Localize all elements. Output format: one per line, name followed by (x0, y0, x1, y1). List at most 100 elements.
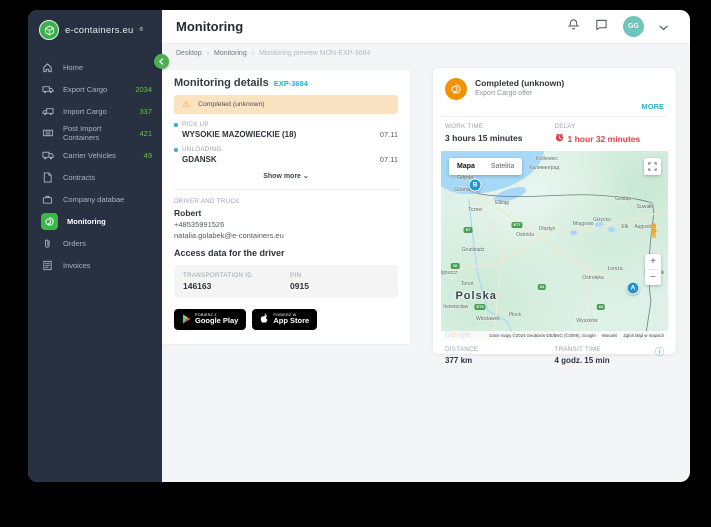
sidebar-item-monitoring[interactable]: Monitoring (28, 210, 162, 232)
more-link[interactable]: MORE (441, 102, 668, 111)
home-icon (41, 61, 54, 74)
warning-icon: ⚠ (182, 100, 190, 109)
map-type-control: Mapa Satelita (449, 158, 522, 175)
briefcase-icon (41, 193, 54, 206)
unloading-location: GDANSK (182, 155, 217, 164)
status-alert-text: Completed (unknown) (198, 101, 265, 108)
notifications-bell-icon[interactable] (567, 18, 580, 36)
map-type-map-button[interactable]: Mapa (449, 163, 483, 170)
zoom-out-button[interactable]: − (645, 270, 661, 285)
access-data-title: Access data for the driver (174, 248, 398, 258)
delay-clock-icon (555, 133, 564, 144)
sidebar-item-home[interactable]: Home (28, 56, 162, 78)
route-summary-footer: DISTANCE 377 km TRANSIT TIME 4 godz. 15 … (441, 340, 668, 365)
pickup-location: WYSOKIE MAZOWIECKIE (18) (182, 130, 296, 139)
access-data-box: TRANSPORTATION ID 146163 PIN 0915 (174, 265, 398, 298)
sidebar-item-invoices[interactable]: Invoices (28, 254, 162, 276)
transportation-id-value: 146163 (183, 281, 252, 291)
distance-label: DISTANCE (445, 346, 555, 353)
pickup-label: PICK UP (182, 121, 209, 128)
status-alert-banner: ⚠ Completed (unknown) (174, 95, 398, 114)
main-area: Monitoring GG Desktop › Moni (162, 10, 690, 482)
import-cargo-count: 337 (139, 107, 152, 116)
export-cargo-count: 2034 (135, 85, 152, 94)
truck-icon (41, 149, 54, 162)
breadcrumb-item-monitoring[interactable]: Monitoring (214, 50, 247, 57)
driver-name: Robert (174, 208, 398, 218)
breadcrumb-separator: › (207, 50, 209, 57)
page-title: Monitoring (176, 19, 243, 34)
show-more-button[interactable]: Show more ⌄ (174, 172, 398, 180)
breadcrumb: Desktop › Monitoring › Monitoring previe… (162, 44, 690, 62)
sidebar-item-orders[interactable]: Orders (28, 232, 162, 254)
breadcrumb-separator: › (252, 50, 254, 57)
invoice-icon (41, 259, 54, 272)
app-logo[interactable]: e-containers.eu ® (28, 10, 162, 50)
pickup-dot-icon (174, 123, 178, 127)
breadcrumb-item-current: Monitoring preview MON-EXP-3684 (259, 50, 370, 57)
messages-chat-icon[interactable] (595, 18, 608, 36)
map-data-credit: Dane mapy ©2024 GeoBasis-DE/BKG (©2009),… (489, 333, 595, 338)
map-type-satellite-button[interactable]: Satelita (483, 163, 522, 170)
google-play-badge[interactable]: POBIERZ Z Google Play (174, 309, 246, 330)
map-marker-a[interactable]: A (627, 282, 640, 295)
user-avatar[interactable]: GG (623, 16, 644, 37)
map-marker-b[interactable]: B (469, 179, 482, 192)
content-area: Monitoring details EXP-3684 ⚠ Completed … (162, 62, 690, 482)
details-title: Monitoring details (174, 77, 269, 89)
sidebar: e-containers.eu ® Home Export Cargo 2034… (28, 10, 162, 482)
logo-text: e-containers.eu (65, 25, 133, 36)
map-report-link[interactable]: Zgłoś błąd w mapach (623, 333, 664, 338)
unloading-date: 07.11 (380, 155, 398, 164)
sidebar-item-label: Import Cargo (63, 107, 107, 116)
summary-offer-type: Export Cargo offer (475, 90, 564, 97)
monitoring-icon (41, 213, 58, 230)
unloading-label: UNLOADING (182, 146, 222, 153)
transit-time-value: 4 godz. 15 min (555, 356, 665, 365)
monitoring-status-icon (445, 78, 467, 100)
google-play-badge-bottom: Google Play (195, 317, 238, 325)
sidebar-item-export-cargo[interactable]: Export Cargo 2034 (28, 78, 162, 100)
sidebar-item-contracts[interactable]: Contracts (28, 166, 162, 188)
pickup-date: 07.11 (380, 130, 398, 139)
logo-container-icon (39, 20, 59, 40)
sidebar-nav: Home Export Cargo 2034 Import Cargo 337 … (28, 56, 162, 276)
post-import-count: 421 (139, 129, 152, 138)
sidebar-item-label: Company databae (63, 195, 124, 204)
sidebar-collapse-button[interactable] (154, 54, 169, 69)
work-time-label: WORK TIME (445, 123, 555, 130)
container-icon (41, 127, 54, 140)
sidebar-item-post-import-containers[interactable]: Post Import Containers 421 (28, 122, 162, 144)
delay-value: 1 hour 32 minutes (568, 134, 641, 144)
sidebar-item-label: Monitoring (67, 217, 106, 226)
map-terms-link[interactable]: Warunki (602, 333, 618, 338)
apple-icon (260, 311, 269, 329)
divider (441, 116, 668, 117)
map-attribution: Dane mapy ©2024 GeoBasis-DE/BKG (©2009),… (441, 331, 668, 340)
pickup-stop: PICK UP WYSOKIE MAZOWIECKIE (18) 07.11 (174, 121, 398, 139)
sidebar-item-company-database[interactable]: Company databae (28, 188, 162, 210)
route-map[interactable]: GdyniaGdańskKrólewiecКалининградElblągTc… (441, 151, 668, 340)
user-menu-chevron-down-icon[interactable] (659, 18, 668, 36)
breadcrumb-item-desktop[interactable]: Desktop (176, 50, 202, 57)
divider (174, 189, 398, 190)
sidebar-item-label: Home (63, 63, 83, 72)
app-store-badge[interactable]: Pobierz w App Store (252, 309, 317, 330)
offer-reference-link[interactable]: EXP-3684 (274, 79, 308, 88)
street-view-pegman[interactable] (649, 223, 659, 244)
sidebar-item-carrier-vehicles[interactable]: Carrier Vehicles 49 (28, 144, 162, 166)
app-store-badge-bottom: App Store (273, 317, 309, 325)
distance-value: 377 km (445, 356, 555, 365)
info-icon[interactable]: ⓘ (655, 348, 664, 357)
export-cargo-icon (41, 83, 54, 96)
sidebar-item-import-cargo[interactable]: Import Cargo 337 (28, 100, 162, 122)
driver-email: natalia.golabek@e-containers.eu (174, 231, 398, 240)
carrier-vehicles-count: 49 (144, 151, 152, 160)
summary-status: Completed (unknown) (475, 78, 564, 88)
work-time-value: 3 hours 15 minutes (445, 133, 555, 143)
map-zoom-control: + − (645, 254, 661, 285)
delay-label: DELAY (555, 123, 665, 130)
transportation-id-label: TRANSPORTATION ID (183, 272, 252, 279)
zoom-in-button[interactable]: + (645, 254, 661, 269)
map-fullscreen-button[interactable] (644, 158, 661, 175)
